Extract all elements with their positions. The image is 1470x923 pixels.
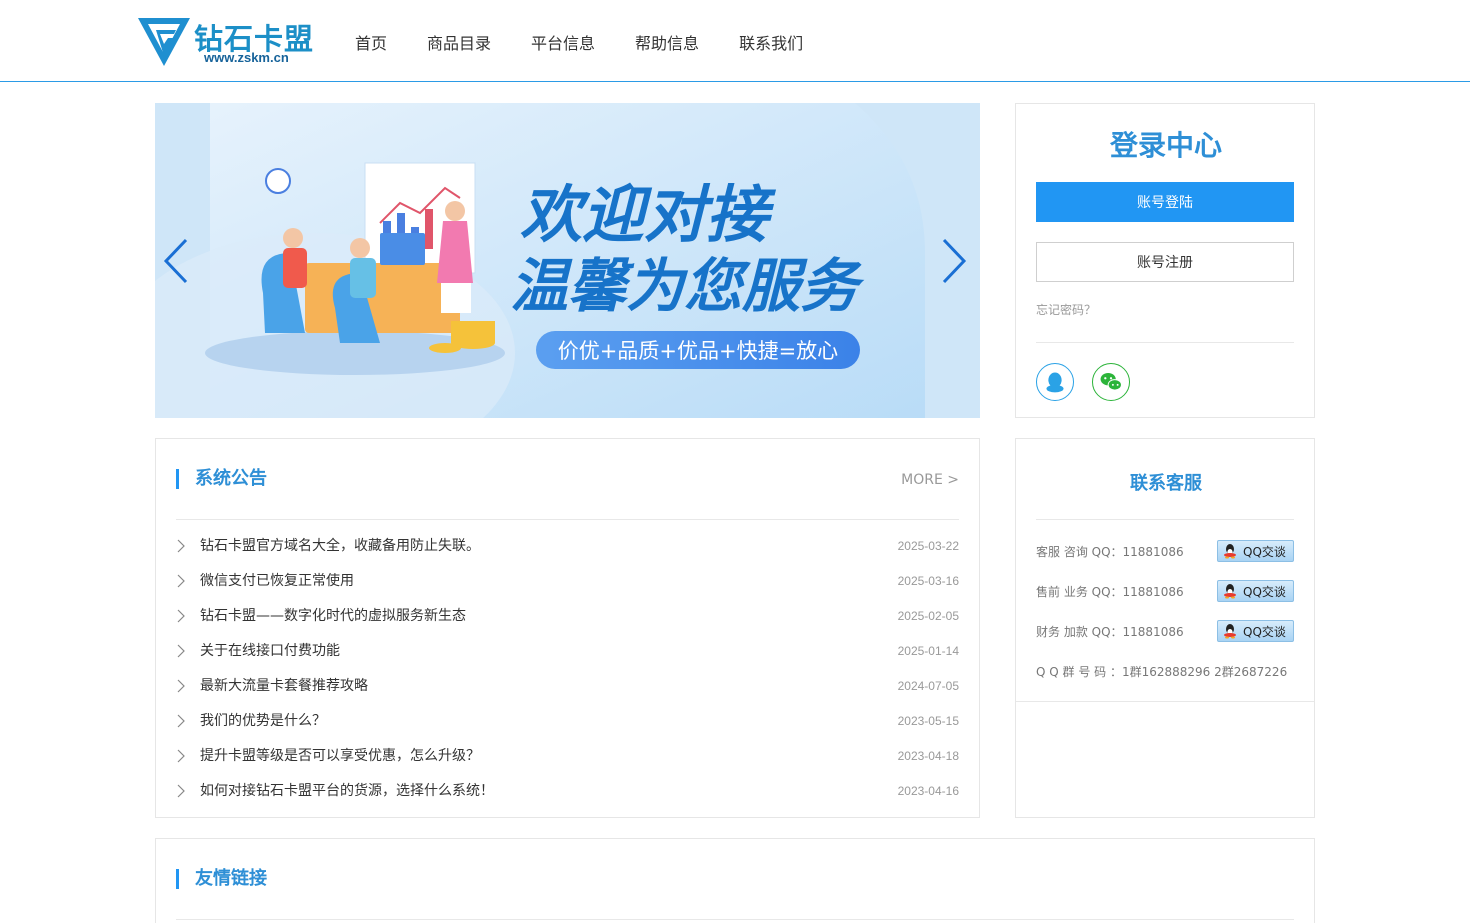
- list-item[interactable]: 如何对接钻石卡盟平台的货源，选择什么系统！ 2023-04-16: [176, 776, 959, 811]
- site-logo[interactable]: 钻石卡盟 www.zskm.cn: [136, 14, 316, 70]
- list-item-title: 钻石卡盟官方域名大全，收藏备用防止失联。: [200, 538, 480, 554]
- qq-login-icon[interactable]: [1036, 363, 1074, 401]
- login-panel: 登录中心 账号登陆 账号注册 忘记密码？: [1015, 103, 1315, 418]
- qq-chat-button[interactable]: QQ交谈: [1217, 580, 1294, 602]
- announcement-panel: 系统公告 MORE > 钻石卡盟官方域名大全，收藏备用防止失联。 2025-03…: [155, 438, 980, 818]
- list-item-date: 2025-03-16: [897, 574, 959, 588]
- account-login-button[interactable]: 账号登陆: [1036, 182, 1294, 222]
- divider: [1036, 519, 1294, 520]
- list-item-title: 提升卡盟等级是否可以享受优惠，怎么升级？: [200, 748, 480, 764]
- chevron-right-icon: [177, 644, 185, 658]
- contact-panel: 联系客服 客服 咨询 QQ：11881086 QQ交谈 售前 业务 QQ：118…: [1015, 438, 1315, 818]
- contact-text: 售前 业务 QQ：11881086: [1036, 585, 1184, 599]
- list-item[interactable]: 提升卡盟等级是否可以享受优惠，怎么升级？ 2023-04-18: [176, 741, 959, 776]
- banner-headline-2: 温馨为您服务: [510, 254, 865, 319]
- list-item-date: 2023-04-18: [897, 749, 959, 763]
- qq-penguin-icon: [1224, 544, 1236, 559]
- chevron-right-icon: [177, 609, 185, 623]
- contact-row: Q Q 群 号 码 ：1群162888296 2群2687226: [1036, 659, 1294, 683]
- list-item-title: 如何对接钻石卡盟平台的货源，选择什么系统！: [200, 783, 494, 799]
- announcement-title: 系统公告: [176, 469, 267, 489]
- chevron-right-icon: [177, 539, 185, 553]
- list-item-date: 2025-03-22: [897, 539, 959, 553]
- banner-headline-1: 欢迎对接: [520, 181, 777, 250]
- banner-slogan: 价优+品质+优品+快捷=放心: [558, 339, 838, 363]
- divider: [176, 519, 959, 520]
- list-item-title: 最新大流量卡套餐推荐攻略: [200, 678, 368, 694]
- contact-text: 客服 咨询 QQ：11881086: [1036, 545, 1184, 559]
- chevron-right-icon: [177, 714, 185, 728]
- qq-penguin-icon: [1224, 624, 1236, 639]
- contact-row: 售前 业务 QQ：11881086 QQ交谈: [1036, 579, 1294, 603]
- qq-penguin-icon: [1224, 584, 1236, 599]
- carousel-next-icon[interactable]: [940, 236, 970, 286]
- chevron-right-icon: [177, 749, 185, 763]
- list-item[interactable]: 钻石卡盟官方域名大全，收藏备用防止失联。 2025-03-22: [176, 531, 959, 566]
- list-item-title: 关于在线接口付费功能: [200, 643, 340, 659]
- contact-text: 财务 加款 QQ：11881086: [1036, 625, 1184, 639]
- logo-url: www.zskm.cn: [204, 50, 289, 65]
- qq-chat-button[interactable]: QQ交谈: [1217, 540, 1294, 562]
- diamond-logo-icon: [138, 18, 190, 66]
- list-item[interactable]: 关于在线接口付费功能 2025-01-14: [176, 636, 959, 671]
- list-item[interactable]: 微信支付已恢复正常使用 2025-03-16: [176, 566, 959, 601]
- list-item-title: 我们的优势是什么？: [200, 713, 326, 729]
- site-header: 钻石卡盟 www.zskm.cn 首页 商品目录 平台信息 帮助信息 联系我们: [0, 0, 1470, 82]
- nav-home[interactable]: 首页: [355, 30, 387, 54]
- list-item-date: 2023-04-16: [897, 784, 959, 798]
- nav-catalog[interactable]: 商品目录: [427, 30, 491, 54]
- chevron-right-icon: [177, 679, 185, 693]
- wechat-login-icon[interactable]: [1092, 363, 1130, 401]
- qq-chat-label: QQ交谈: [1243, 545, 1286, 559]
- divider: [176, 919, 1294, 920]
- list-item[interactable]: 我们的优势是什么？ 2023-05-15: [176, 706, 959, 741]
- banner-carousel[interactable]: 欢迎对接 温馨为您服务 价优+品质+优品+快捷=放心: [155, 103, 980, 418]
- list-item-title: 钻石卡盟——数字化时代的虚拟服务新生态: [200, 608, 466, 624]
- divider: [1016, 701, 1314, 702]
- contact-title: 联系客服: [1130, 473, 1202, 494]
- nav-platform-info[interactable]: 平台信息: [531, 30, 595, 54]
- qq-chat-button[interactable]: QQ交谈: [1217, 620, 1294, 642]
- chevron-right-icon: [177, 574, 185, 588]
- nav-contact[interactable]: 联系我们: [739, 30, 803, 54]
- friendly-links-title: 友情链接: [176, 869, 267, 889]
- list-item-date: 2024-07-05: [897, 679, 959, 693]
- contact-row: 财务 加款 QQ：11881086 QQ交谈: [1036, 619, 1294, 643]
- divider: [1036, 342, 1294, 343]
- carousel-prev-icon[interactable]: [160, 236, 190, 286]
- qq-group-text: Q Q 群 号 码 ：1群162888296 2群2687226: [1036, 665, 1288, 679]
- friendly-links-panel: 友情链接: [155, 838, 1315, 923]
- qq-chat-label: QQ交谈: [1243, 625, 1286, 639]
- chevron-right-icon: [177, 784, 185, 798]
- forgot-password-link[interactable]: 忘记密码？: [1036, 301, 1096, 318]
- list-item[interactable]: 钻石卡盟——数字化时代的虚拟服务新生态 2025-02-05: [176, 601, 959, 636]
- list-item-date: 2025-02-05: [897, 609, 959, 623]
- account-register-button[interactable]: 账号注册: [1036, 242, 1294, 282]
- list-item-date: 2025-01-14: [897, 644, 959, 658]
- login-title: 登录中心: [1109, 129, 1222, 162]
- list-item[interactable]: 最新大流量卡套餐推荐攻略 2024-07-05: [176, 671, 959, 706]
- main-nav: 首页 商品目录 平台信息 帮助信息 联系我们: [355, 30, 803, 54]
- list-item-date: 2023-05-15: [897, 714, 959, 728]
- contact-row: 客服 咨询 QQ：11881086 QQ交谈: [1036, 539, 1294, 563]
- announcement-list: 钻石卡盟官方域名大全，收藏备用防止失联。 2025-03-22 微信支付已恢复正…: [176, 531, 959, 811]
- more-link[interactable]: MORE >: [901, 472, 959, 488]
- list-item-title: 微信支付已恢复正常使用: [200, 573, 354, 589]
- qq-chat-label: QQ交谈: [1243, 585, 1286, 599]
- banner-illustration: 欢迎对接 温馨为您服务 价优+品质+优品+快捷=放心: [155, 103, 980, 418]
- nav-help[interactable]: 帮助信息: [635, 30, 699, 54]
